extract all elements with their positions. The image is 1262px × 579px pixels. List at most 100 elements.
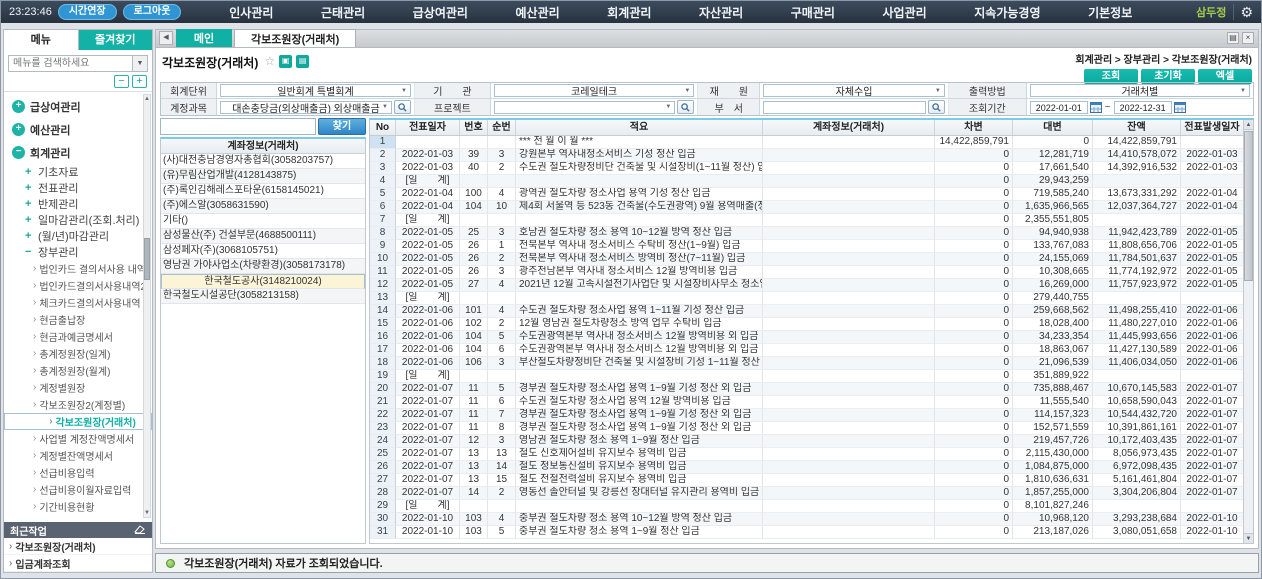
ledger-row[interactable]: 19[일 계]0351,889,922 [370, 370, 1243, 383]
top-menu-item[interactable]: 근태관리 [321, 4, 365, 21]
account-row[interactable]: 한국철도공사(3148210024) [161, 274, 365, 289]
tab-menu[interactable]: 메뉴 [4, 30, 79, 50]
scrollbar-thumb[interactable] [1244, 131, 1253, 281]
sidebar-item[interactable]: +반제관리 [4, 196, 152, 212]
top-menu-item[interactable]: 인사관리 [229, 4, 273, 21]
expand-plus-icon[interactable]: + [12, 123, 25, 136]
ledger-row[interactable]: 4[일 계]029,943,259 [370, 175, 1243, 188]
search-dropdown-icon[interactable]: ▼ [133, 55, 148, 72]
ledger-row[interactable]: 222022-01-07117경부권 철도차량 청소사업 용역 1~9월 기성 … [370, 409, 1243, 422]
top-menu-item[interactable]: 지속가능경영 [974, 4, 1040, 21]
sidebar-item[interactable]: ›계정별원장 [4, 379, 152, 396]
ledger-row[interactable]: 212022-01-07116수도권 철도차량 청소사업 용역 12월 방역비용… [370, 396, 1243, 409]
period-from-input[interactable]: 2022-01-01 [1030, 101, 1088, 114]
sidebar-item[interactable]: +기초자료 [4, 164, 152, 180]
ledger-row[interactable]: 142022-01-061014수도권 철도차량 청소사업 용역 1~11월 기… [370, 305, 1243, 318]
collapse-minus-icon[interactable]: − [25, 246, 33, 258]
ledger-row[interactable]: 22022-01-03393강원본부 역사내청소서비스 기성 정산 입금012,… [370, 149, 1243, 162]
recent-work-item[interactable]: ›각보조원장(거래처) [4, 538, 152, 555]
popup-window-icon[interactable]: ▤ [296, 55, 309, 68]
expand-all-button[interactable]: + [132, 75, 147, 88]
scroll-up-icon[interactable]: ▲ [1244, 120, 1253, 130]
expand-plus-icon[interactable]: + [25, 198, 33, 210]
tree-scrollbar-thumb[interactable] [144, 238, 150, 280]
find-button[interactable]: 찾기 [318, 118, 366, 135]
ledger-row[interactable]: 1*** 전 월 이 월 ***14,422,859,791014,422,85… [370, 136, 1243, 149]
ledger-row[interactable]: 92022-01-05261전북본부 역사내 청소서비스 수탁비 정산(1~9월… [370, 240, 1243, 253]
ledger-row[interactable]: 302022-01-101034중부권 철도차량 청소 용역 10~12월 방역… [370, 513, 1243, 526]
account-row[interactable]: (주)에스알(3058631590) [161, 199, 365, 214]
ledger-row[interactable]: 7[일 계]02,355,551,805 [370, 214, 1243, 227]
ledger-row[interactable]: 172022-01-061046수도권광역본부 역사내 청소서비스 12월 방역… [370, 344, 1243, 357]
department-input[interactable] [763, 101, 926, 114]
department-search-icon[interactable] [928, 100, 945, 114]
fund-select[interactable]: 자체수입▼ [763, 84, 945, 97]
project-search-icon[interactable] [677, 100, 694, 114]
account-row[interactable]: 영남권 가야사업소(차량환경)(3058173178) [161, 259, 365, 274]
top-menu-item[interactable]: 예산관리 [516, 4, 560, 21]
sidebar-item[interactable]: ›현금출납장 [4, 311, 152, 328]
ledger-row[interactable]: 272022-01-071315철도 전철전력설비 유지보수 용역비 입금01,… [370, 474, 1243, 487]
sidebar-item[interactable]: ›각보조원장(거래처) [4, 413, 152, 430]
sidebar-item[interactable]: ›총계정원장(일계) [4, 345, 152, 362]
account-select[interactable]: 대손충당금(외상매출금) 외상매출금▼ [220, 101, 392, 114]
sidebar-item[interactable]: ›체크카드결의서사용내역 [4, 294, 152, 311]
tree-scroll-down-icon[interactable]: ▼ [144, 510, 150, 516]
project-select[interactable]: ▼ [494, 101, 675, 114]
collapse-all-button[interactable]: − [114, 75, 129, 88]
settings-gear-icon[interactable]: ⚙ [1240, 5, 1253, 19]
output-method-select[interactable]: 거래처별▼ [1030, 84, 1250, 97]
ledger-row[interactable]: 242022-01-07123영남권 철도차량 청소 용역 1~9월 정산 입금… [370, 435, 1243, 448]
recent-work-item[interactable]: ›입금계좌조회 [4, 555, 152, 572]
logout-button[interactable]: 로그아웃 [123, 4, 182, 20]
account-row[interactable]: 삼성물산(주) 건설부문(4688500111) [161, 229, 365, 244]
eraser-icon[interactable] [134, 524, 146, 537]
menu-search-input[interactable] [8, 55, 133, 72]
sidebar-item[interactable]: +일마감관리(조회.처리) [4, 212, 152, 228]
top-menu-item[interactable]: 자산관리 [699, 4, 743, 21]
sidebar-item[interactable]: ›각보조원장2(계정별) [4, 396, 152, 413]
ledger-row[interactable]: 312022-01-101035중부권 철도차량 청소 용역 1~9월 정산 입… [370, 526, 1243, 539]
account-row[interactable]: (사)대전충남경영자총협회(3058203757) [161, 154, 365, 169]
tab-list-icon[interactable]: ▤ [1227, 32, 1239, 44]
expand-plus-icon[interactable]: + [25, 182, 33, 194]
ledger-row[interactable]: 162022-01-061045수도권광역본부 역사내 청소서비스 12월 방역… [370, 331, 1243, 344]
top-menu-item[interactable]: 사업관리 [883, 4, 927, 21]
sidebar-item[interactable]: +전표관리 [4, 180, 152, 196]
sidebar-item[interactable]: +(월/년)마감관리 [4, 228, 152, 244]
sidebar-item[interactable]: +급상여관리 [4, 95, 152, 118]
sidebar-item[interactable]: ›선급비용입력 [4, 464, 152, 481]
account-row[interactable]: 삼성페자(주)(3068105751) [161, 244, 365, 259]
account-filter-input[interactable] [160, 118, 316, 135]
top-menu-item[interactable]: 구매관리 [791, 4, 835, 21]
expand-plus-icon[interactable]: + [25, 166, 33, 178]
sidebar-item[interactable]: ›계정별잔액명세서 [4, 447, 152, 464]
account-search-icon[interactable] [394, 100, 411, 114]
account-row[interactable]: 한국철도시설공단(3058213158) [161, 289, 365, 304]
ledger-row[interactable]: 52022-01-041004광역권 철도차량 청소사업 용역 기성 정산 입금… [370, 188, 1243, 201]
sidebar-item[interactable]: ›기간비용현황 [4, 498, 152, 515]
collapse-minus-icon[interactable]: − [12, 146, 25, 159]
tab-ledger-document[interactable]: 각보조원장(거래처) [234, 29, 356, 47]
ledger-row[interactable]: 29[일 계]08,101,827,246 [370, 500, 1243, 513]
ledger-row[interactable]: 282022-01-07142영동선 솔안터널 및 강릉선 장대터널 유지관리 … [370, 487, 1243, 500]
tree-scroll-up-icon[interactable]: ▲ [144, 96, 150, 102]
top-menu-item[interactable]: 기본정보 [1088, 4, 1132, 21]
top-menu-item[interactable]: 회계관리 [607, 4, 651, 21]
top-menu-item[interactable]: 급상여관리 [413, 4, 468, 21]
account-row[interactable]: (주)록인김해레스포타운(6158145021) [161, 184, 365, 199]
expand-plus-icon[interactable]: + [25, 230, 33, 242]
calendar-icon[interactable] [1090, 101, 1102, 113]
sidebar-item[interactable]: −장부관리 [4, 244, 152, 260]
ledger-row[interactable]: 122022-01-052742021년 12월 고속시설전기사업단 및 시설장… [370, 279, 1243, 292]
calendar-icon[interactable] [1174, 101, 1186, 113]
ledger-row[interactable]: 232022-01-07118경부권 철도차량 청소사업 용역 1~9월 기성 … [370, 422, 1243, 435]
sidebar-item[interactable]: −회계관리 [4, 141, 152, 164]
account-row[interactable]: 기타() [161, 214, 365, 229]
ledger-row[interactable]: 182022-01-061063부산철도차량정비단 건축물 및 시설장비 기성 … [370, 357, 1243, 370]
tab-favorites[interactable]: 즐겨찾기 [79, 30, 153, 50]
ledger-row[interactable]: 252022-01-071313철도 신호제어설비 유지보수 용역비 입금02,… [370, 448, 1243, 461]
sidebar-item[interactable]: ›사업별 계정잔액명세서 [4, 430, 152, 447]
close-icon[interactable]: × [1242, 32, 1254, 44]
ledger-row[interactable]: 13[일 계]0279,440,755 [370, 292, 1243, 305]
